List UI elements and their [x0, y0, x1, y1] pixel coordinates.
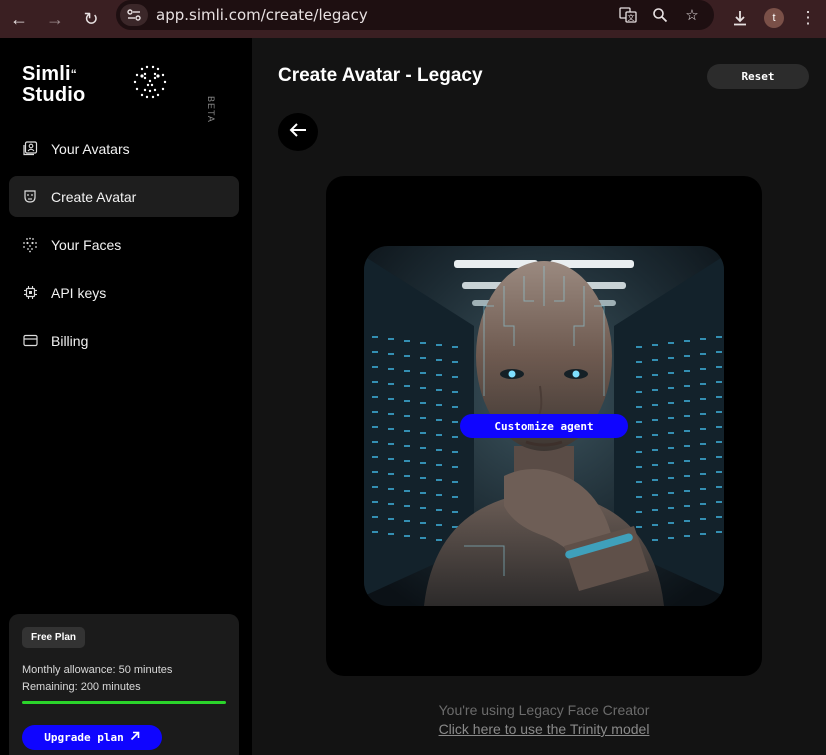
arrow-up-right-icon: [130, 731, 140, 744]
avatar-stage: Customize agent: [326, 176, 762, 676]
usage-progress-bar: [22, 701, 226, 704]
card-icon: [22, 333, 38, 349]
back-arrow-icon[interactable]: ←: [1, 5, 37, 33]
page-title: Create Avatar - Legacy: [278, 65, 483, 86]
trinity-model-link[interactable]: Click here to use the Trinity model: [252, 721, 826, 737]
sidebar: Simli“ Studio BETA Your Avatars Create A…: [0, 38, 252, 755]
face-icon: [22, 237, 38, 253]
upgrade-plan-button[interactable]: Upgrade plan: [22, 725, 162, 750]
sidebar-item-label: API keys: [51, 284, 107, 301]
sidebar-menu: Your Avatars Create Avatar Your Faces AP…: [9, 128, 239, 368]
allowance-text: Monthly allowance: 50 minutes: [22, 664, 173, 676]
chip-icon: [22, 285, 38, 301]
address-bar[interactable]: app.simli.com/create/legacy 文 ☆: [116, 0, 714, 30]
url-text[interactable]: app.simli.com/create/legacy: [156, 6, 368, 24]
sidebar-item-create-avatar[interactable]: Create Avatar: [9, 176, 239, 217]
main-content: Create Avatar - Legacy Reset Customize a…: [252, 38, 826, 755]
back-button[interactable]: [278, 113, 318, 151]
bookmark-star-icon[interactable]: ☆: [680, 4, 704, 26]
customize-agent-button[interactable]: Customize agent: [460, 414, 628, 438]
sidebar-item-label: Create Avatar: [51, 188, 137, 205]
download-icon[interactable]: [726, 4, 754, 32]
sidebar-item-your-faces[interactable]: Your Faces: [9, 224, 239, 265]
reload-icon[interactable]: ↻: [73, 5, 109, 33]
sidebar-item-label: Your Avatars: [51, 140, 130, 157]
zoom-icon[interactable]: [648, 4, 672, 26]
profile-avatar[interactable]: t: [760, 4, 788, 32]
upgrade-plan-label: Upgrade plan: [44, 731, 124, 744]
svg-text:文: 文: [628, 13, 635, 22]
brand-logo[interactable]: Simli“ Studio: [22, 64, 85, 106]
profile-initial: t: [764, 8, 784, 28]
sidebar-item-your-avatars[interactable]: Your Avatars: [9, 128, 239, 169]
browser-toolbar: ← → ↻ app.simli.com/create/legacy 文 ☆ t …: [0, 0, 826, 38]
beta-label: BETA: [206, 96, 216, 123]
remaining-text: Remaining: 200 minutes: [22, 681, 141, 693]
site-settings-icon[interactable]: [120, 4, 148, 26]
forward-arrow-icon[interactable]: →: [37, 5, 73, 33]
face-dots-logo-icon: [132, 64, 168, 105]
usage-progress-fill: [22, 701, 226, 704]
create-avatar-icon: [22, 189, 38, 205]
reset-button[interactable]: Reset: [707, 64, 809, 89]
sidebar-item-api-keys[interactable]: API keys: [9, 272, 239, 313]
translate-icon[interactable]: 文: [616, 4, 640, 26]
sidebar-item-billing[interactable]: Billing: [9, 320, 239, 361]
legacy-note: You're using Legacy Face Creator: [438, 702, 650, 718]
sidebar-item-label: Your Faces: [51, 236, 122, 253]
user-square-icon: [22, 141, 38, 157]
plan-badge: Free Plan: [22, 627, 86, 648]
brand-line1: Simli: [22, 63, 71, 85]
avatar-image: Customize agent: [364, 246, 724, 606]
arrow-left-icon: [289, 122, 307, 142]
sidebar-item-label: Billing: [51, 332, 89, 349]
plan-card: Free Plan Monthly allowance: 50 minutes …: [9, 614, 239, 755]
more-menu-icon[interactable]: ⋮: [794, 4, 822, 32]
beta-label-wrap: BETA: [206, 96, 218, 126]
brand-line2: Studio: [22, 84, 86, 106]
